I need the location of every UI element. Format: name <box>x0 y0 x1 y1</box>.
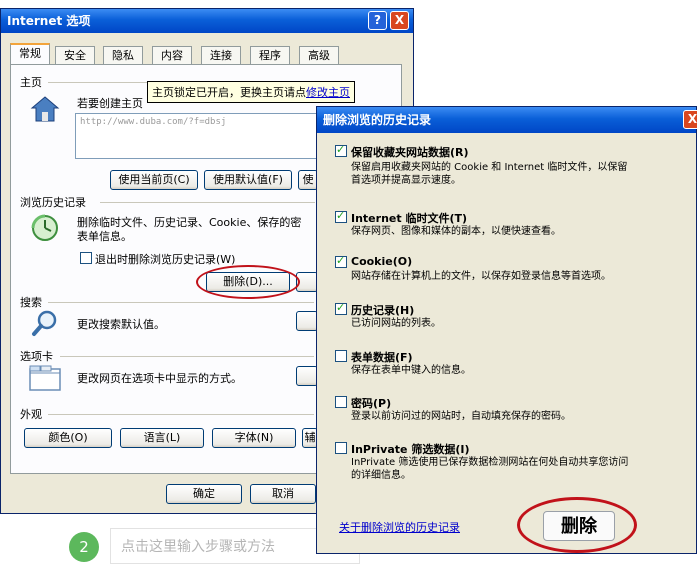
confirm-delete-highlight-oval <box>517 497 637 553</box>
tab-general[interactable]: 常规 <box>10 43 50 65</box>
tabs-description: 更改网页在选项卡中显示的方式。 <box>77 372 242 385</box>
fonts-button[interactable]: 字体(N) <box>212 428 296 448</box>
delete-history-close-icon[interactable]: X <box>683 110 697 129</box>
history-label: 历史记录(H) <box>351 304 415 317</box>
options-titlebar[interactable]: Internet 选项 <box>1 9 413 33</box>
inprivate-label: InPrivate 筛选数据(I) <box>351 443 470 456</box>
tab-security[interactable]: 安全 <box>55 46 95 64</box>
history-desc: 已访问网站的列表。 <box>351 318 441 329</box>
homepage-divider <box>48 82 148 83</box>
passwords-checkbox[interactable] <box>335 396 347 408</box>
preserve-favorites-checkbox[interactable] <box>335 143 347 157</box>
tabs-settings-button[interactable] <box>296 366 318 386</box>
tab-privacy[interactable]: 隐私 <box>103 46 143 64</box>
magnifier-icon <box>32 310 57 336</box>
homepage-lock-tooltip: 主页锁定已开启，更换主页请点修改主页 <box>147 81 355 103</box>
preserve-favorites-desc-1: 保留启用收藏夹网站的 Cookie 和 Internet 临时文件，以保留 <box>351 162 628 173</box>
change-homepage-link[interactable]: 修改主页 <box>306 86 350 99</box>
history-divider <box>100 202 315 203</box>
tab-connections[interactable]: 连接 <box>201 46 241 64</box>
cookies-desc: 网站存储在计算机上的文件，以保存如登录信息等首选项。 <box>351 271 611 282</box>
temp-files-desc: 保存网页、图像和媒体的副本，以便快速查看。 <box>351 226 561 237</box>
temp-files-checkbox[interactable] <box>335 209 347 223</box>
history-checkbox[interactable] <box>335 301 347 315</box>
delete-history-dialog: 删除浏览的历史记录 X 保留收藏夹网站数据(R) 保留启用收藏夹网站的 Cook… <box>316 106 697 554</box>
step-number-badge: 2 <box>69 532 99 562</box>
inprivate-checkbox[interactable] <box>335 442 347 454</box>
close-icon[interactable]: X <box>390 11 409 30</box>
options-title: Internet 选项 <box>7 14 91 28</box>
inprivate-desc-2: 的详细信息。 <box>351 470 411 481</box>
preserve-favorites-label: 保留收藏夹网站数据(R) <box>351 146 469 159</box>
tab-programs[interactable]: 程序 <box>250 46 290 64</box>
history-description-2: 表单信息。 <box>77 230 132 243</box>
about-delete-history-link[interactable]: 关于删除浏览的历史记录 <box>339 521 460 534</box>
search-settings-button[interactable] <box>296 311 318 331</box>
exit-delete-checkbox[interactable] <box>80 252 92 264</box>
use-default-button[interactable]: 使用默认值(F) <box>204 170 292 190</box>
delete-highlight-oval <box>196 265 300 299</box>
passwords-label: 密码(P) <box>351 397 392 410</box>
appearance-group-label: 外观 <box>20 408 42 421</box>
ok-button[interactable]: 确定 <box>166 484 242 504</box>
search-description: 更改搜索默认值。 <box>77 318 165 331</box>
appearance-divider <box>48 414 314 415</box>
languages-button[interactable]: 语言(L) <box>120 428 204 448</box>
form-data-label: 表单数据(F) <box>351 351 413 364</box>
help-button[interactable]: ? <box>368 11 387 30</box>
tab-advanced[interactable]: 高级 <box>299 46 339 64</box>
search-divider <box>48 302 314 303</box>
passwords-desc: 登录以前访问过的网站时，自动填充保存的密码。 <box>351 411 571 422</box>
homepage-description: 若要创建主页 <box>77 97 143 110</box>
preserve-favorites-desc-2: 首选项并提高显示速度。 <box>351 175 461 186</box>
inprivate-desc-1: InPrivate 筛选使用已保存数据检测网站在何处自动共享您访问 <box>351 457 629 468</box>
cancel-button[interactable]: 取消 <box>250 484 316 504</box>
homepage-group-label: 主页 <box>20 76 42 89</box>
house-icon <box>30 96 60 122</box>
use-current-button[interactable]: 使用当前页(C) <box>110 170 198 190</box>
use-blank-button[interactable]: 使 <box>298 170 318 190</box>
tabs-window-icon <box>29 365 61 391</box>
history-clock-icon <box>31 214 58 241</box>
cookies-checkbox[interactable] <box>335 254 347 268</box>
form-data-checkbox[interactable] <box>335 350 347 362</box>
delete-history-title: 删除浏览的历史记录 <box>323 113 432 127</box>
history-group-label: 浏览历史记录 <box>20 196 86 209</box>
cookies-label: Cookie(O) <box>351 255 413 268</box>
form-data-desc: 保存在表单中键入的信息。 <box>351 365 471 376</box>
delete-history-titlebar[interactable]: 删除浏览的历史记录 <box>317 107 696 133</box>
tabs-divider <box>60 356 314 357</box>
exit-delete-label: 退出时删除浏览历史记录(W) <box>95 253 236 266</box>
tabs-group-label: 选项卡 <box>20 350 53 363</box>
colors-button[interactable]: 颜色(O) <box>24 428 112 448</box>
tab-content[interactable]: 内容 <box>152 46 192 64</box>
temp-files-label: Internet 临时文件(T) <box>351 212 468 225</box>
